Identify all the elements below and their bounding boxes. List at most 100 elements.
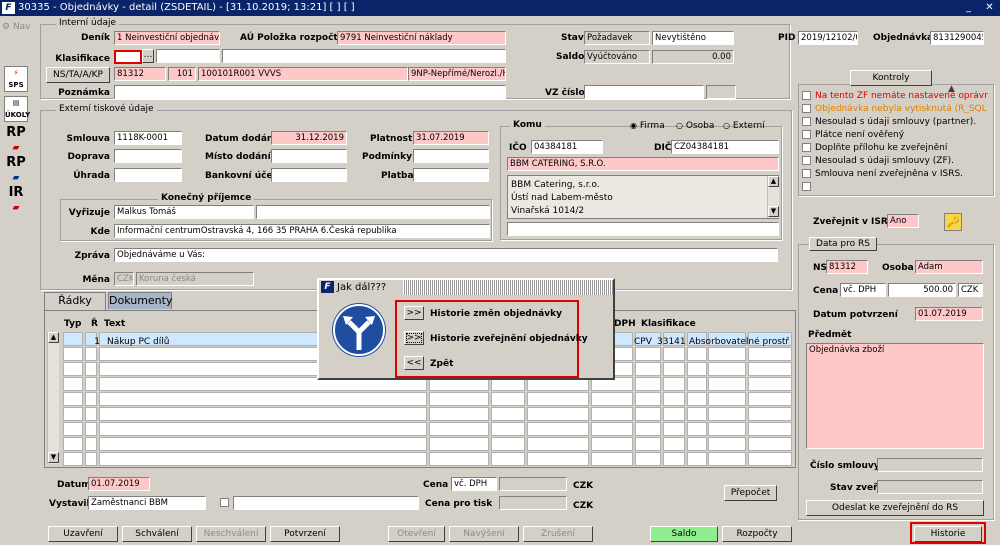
rs-datum-potvrzeni-field[interactable]: 01.07.2019	[915, 307, 983, 321]
zpet-button[interactable]: <<	[404, 356, 424, 370]
grid-cell[interactable]	[85, 407, 97, 421]
grid-cell[interactable]	[63, 332, 83, 346]
grid-cell[interactable]	[708, 377, 746, 391]
rs-predmet-field[interactable]: Objednávka zboží	[806, 343, 984, 449]
radio-externi[interactable]: ○ Externí	[723, 121, 765, 131]
kp-field[interactable]: 9NP-Nepřímé/Nerozl./HČ	[408, 67, 506, 81]
vystavil-field[interactable]: Zaměstnanci BBM	[88, 496, 206, 510]
grid-cell[interactable]	[63, 392, 83, 406]
grid-scrollbar[interactable]: ▲ ▼	[47, 332, 59, 464]
grid-cell[interactable]	[99, 437, 427, 451]
grid-cell[interactable]	[635, 407, 661, 421]
grid-cell[interactable]	[708, 392, 746, 406]
grid-cell[interactable]	[591, 392, 633, 406]
podminky-field[interactable]	[413, 149, 489, 163]
grid-cell[interactable]	[429, 407, 489, 421]
grid-cell[interactable]	[663, 377, 685, 391]
smlouva-field[interactable]: 1118K-0001	[114, 131, 182, 145]
grid-cell[interactable]	[85, 437, 97, 451]
nstaakp-button[interactable]: NS/TA/A/KP	[46, 67, 110, 83]
misto-dodani-field[interactable]	[271, 149, 347, 163]
grid-cell[interactable]	[748, 452, 792, 466]
klasifikace-desc-field[interactable]	[222, 49, 506, 63]
au-field[interactable]: 9791 Neinvestiční náklady	[337, 31, 506, 45]
klasifikace-name-field[interactable]	[156, 49, 220, 63]
a-field[interactable]: 100101R001 VVVS	[198, 67, 408, 81]
grid-cell[interactable]	[85, 392, 97, 406]
uzavreni-button[interactable]: Uzavření	[48, 526, 118, 542]
vyrizuje-aux-field[interactable]	[256, 205, 490, 219]
grid-cell[interactable]	[527, 392, 589, 406]
denik-field[interactable]: 1 Neinvestiční objednávky	[114, 31, 220, 45]
grid-cell[interactable]	[85, 377, 97, 391]
bankovni-ucet-field[interactable]	[271, 168, 347, 182]
kontroly-checkbox[interactable]	[802, 169, 811, 178]
doprava-field[interactable]	[114, 149, 182, 163]
poznamka-field[interactable]	[114, 85, 506, 99]
scroll-down-icon[interactable]: ▼	[768, 206, 779, 217]
grid-cell[interactable]	[748, 377, 792, 391]
isrs-field[interactable]: Ano	[887, 214, 919, 228]
kontroly-item[interactable]	[802, 182, 988, 192]
datum-dodani-field[interactable]: 31.12.2019	[271, 131, 347, 145]
grid-cell[interactable]	[85, 347, 97, 361]
grid-cell[interactable]	[708, 362, 746, 376]
grid-cell[interactable]	[63, 377, 83, 391]
kontroly-item[interactable]: Nesoulad s údaji smlouvy (ZF).	[802, 156, 988, 166]
rs-ns-field[interactable]: 81312	[826, 260, 868, 274]
cena-type-field[interactable]: vč. DPH	[451, 477, 497, 491]
rs-cena-field[interactable]: 500.00	[888, 283, 956, 297]
zruseni-button[interactable]: Zrušení	[523, 526, 593, 542]
grid-cell[interactable]	[708, 452, 746, 466]
tab-dokumenty[interactable]: Dokumenty	[108, 292, 172, 309]
otevreni-button[interactable]: Otevření	[388, 526, 445, 542]
zprava-field[interactable]: Objednáváme u Vás:	[114, 248, 778, 262]
historie-button[interactable]: Historie	[914, 526, 982, 542]
ir-icon[interactable]: IR ▰	[4, 186, 28, 213]
ico-field[interactable]: 04384181	[531, 140, 603, 154]
grid-cell[interactable]	[708, 437, 746, 451]
grid-cell[interactable]	[635, 392, 661, 406]
grid-cell[interactable]	[635, 362, 661, 376]
key-icon[interactable]: 🔑	[944, 213, 962, 231]
kontroly-item[interactable]: Doplňte přílohu ke zveřejnění	[802, 143, 988, 153]
rozpocty-button[interactable]: Rozpočty	[722, 526, 792, 542]
grid-cell[interactable]	[591, 452, 633, 466]
grid-cell[interactable]	[708, 422, 746, 436]
grid-cell[interactable]	[527, 407, 589, 421]
vz-field[interactable]	[584, 85, 704, 99]
historie-zmen-label[interactable]: Historie změn objednávky	[430, 309, 562, 319]
grid-cell[interactable]	[491, 452, 525, 466]
grid-cell[interactable]	[635, 422, 661, 436]
kontroly-checkbox[interactable]	[802, 117, 811, 126]
grid-cell[interactable]	[748, 422, 792, 436]
grid-cell[interactable]	[708, 347, 746, 361]
grid-cell[interactable]	[63, 452, 83, 466]
scroll-up-icon[interactable]: ▲	[768, 176, 779, 187]
komu-aux-field[interactable]	[507, 222, 779, 236]
grid-cell[interactable]	[663, 392, 685, 406]
grid-cell[interactable]	[63, 407, 83, 421]
historie-zmen-button[interactable]: >>	[404, 306, 424, 320]
kontroly-button[interactable]: Kontroly	[850, 70, 932, 86]
grid-cell[interactable]	[429, 392, 489, 406]
grid-cell[interactable]	[687, 437, 707, 451]
ta-field[interactable]: 101	[168, 67, 196, 81]
address-scrollbar[interactable]: ▲ ▼	[767, 176, 779, 218]
odeslat-rs-button[interactable]: Odeslat ke zveřejnění do RS	[806, 500, 984, 516]
grid-cell[interactable]	[663, 452, 685, 466]
grid-scroll-down-icon[interactable]: ▼	[48, 452, 59, 463]
grid-cell[interactable]	[708, 407, 746, 421]
grid-cell[interactable]	[63, 362, 83, 376]
kontroly-checkbox[interactable]	[802, 143, 811, 152]
vystavil-checkbox[interactable]	[220, 498, 229, 507]
klasifikace-lookup-button[interactable]: …	[142, 49, 154, 63]
grid-cell[interactable]	[491, 392, 525, 406]
saldo-button[interactable]: Saldo	[650, 526, 718, 542]
kontroly-item[interactable]: Nesoulad s údaji smlouvy (partner).	[802, 117, 988, 127]
grid-cell[interactable]	[687, 377, 707, 391]
grid-cell[interactable]	[527, 452, 589, 466]
grid-cell[interactable]	[687, 407, 707, 421]
grid-cell[interactable]	[748, 347, 792, 361]
grid-cell[interactable]	[687, 422, 707, 436]
